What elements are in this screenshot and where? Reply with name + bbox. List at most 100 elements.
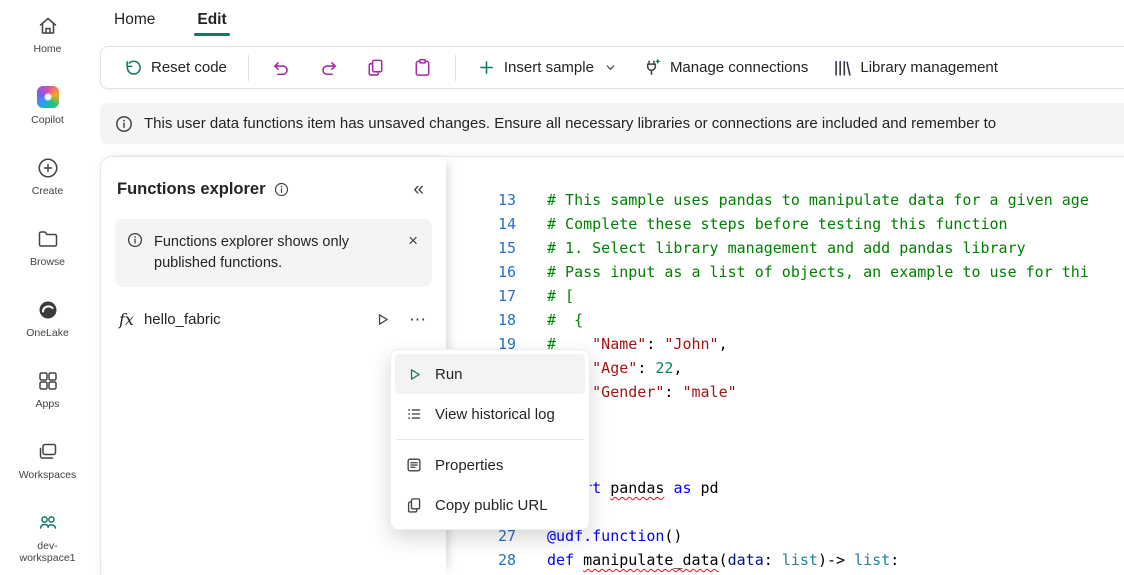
copilot-icon (35, 84, 61, 110)
tab-home[interactable]: Home (111, 0, 158, 40)
historical-log-icon (404, 405, 424, 423)
tab-home-label: Home (114, 11, 155, 29)
line-number: 14 (446, 212, 516, 236)
redo-icon (318, 57, 339, 78)
insert-sample-button[interactable]: Insert sample (465, 51, 629, 84)
home-icon (35, 13, 61, 39)
code-text: # { (547, 311, 583, 329)
tab-edit[interactable]: Edit (194, 0, 229, 40)
code-text: # Complete these steps before testing th… (547, 215, 1008, 233)
reset-icon (123, 58, 143, 78)
reset-code-button[interactable]: Reset code (111, 51, 239, 85)
collapse-panel-button[interactable]: « (407, 178, 430, 201)
properties-icon (404, 456, 424, 474)
library-icon (832, 58, 852, 78)
plus-icon (477, 58, 496, 77)
sidebar-item-workspaces[interactable]: Workspaces (0, 432, 95, 503)
published-functions-notice: Functions explorer shows only published … (115, 219, 432, 287)
panel-title: Functions explorer (117, 180, 266, 199)
sidebar-item-create[interactable]: Create (0, 148, 95, 219)
sidebar-item-browse[interactable]: Browse (0, 219, 95, 290)
paste-button[interactable] (399, 51, 446, 85)
info-icon (274, 182, 289, 197)
copy-link-icon (404, 496, 424, 514)
line-number: 18 (446, 308, 516, 332)
reset-code-label: Reset code (151, 59, 227, 76)
sidebar-item-label: OneLake (26, 327, 69, 339)
workspace-people-icon (35, 510, 61, 536)
line-number: 28 (446, 548, 516, 572)
code-text: # [ (547, 287, 574, 305)
more-options-button[interactable]: ⋯ (407, 309, 428, 330)
manage-connections-button[interactable]: Manage connections (629, 50, 820, 85)
apps-grid-icon (35, 368, 61, 394)
manage-connections-icon (641, 57, 662, 78)
menu-item-view-historical-log[interactable]: View historical log (395, 394, 585, 434)
sidebar-item-label: Workspaces (19, 469, 77, 481)
toolbar-divider (455, 55, 456, 81)
line-number: 16 (446, 260, 516, 284)
copy-button[interactable] (352, 51, 399, 85)
menu-divider (396, 439, 584, 440)
unsaved-changes-banner: This user data functions item has unsave… (100, 103, 1124, 144)
sidebar-item-copilot[interactable]: Copilot (0, 77, 95, 148)
undo-icon (271, 57, 292, 78)
sidebar-item-label: Browse (30, 256, 65, 268)
code-line[interactable]: 18 # { (446, 308, 1124, 332)
menu-item-run[interactable]: Run (395, 354, 585, 394)
line-number: 13 (446, 188, 516, 212)
manage-connections-label: Manage connections (670, 59, 808, 76)
fx-icon: fx (119, 310, 134, 329)
create-plus-icon (35, 155, 61, 181)
code-line[interactable]: 17# [ (446, 284, 1124, 308)
sidebar-item-onelake[interactable]: OneLake (0, 290, 95, 361)
page: Home Copilot Create Browse (0, 0, 1124, 575)
copy-icon (365, 57, 386, 78)
context-menu: Run View historical log Properties (390, 349, 590, 530)
workspaces-icon (35, 439, 61, 465)
sidebar-item-label: dev-workspace1 (11, 540, 85, 564)
code-line[interactable]: 13 # This sample uses pandas to manipulat… (446, 188, 1124, 212)
tab-edit-label: Edit (197, 11, 226, 29)
code-line[interactable]: 16 # Pass input as a list of objects, an … (446, 260, 1124, 284)
redo-button[interactable] (305, 51, 352, 85)
run-function-button[interactable] (372, 309, 393, 330)
code-line[interactable]: 15# 1. Select library management and add… (446, 236, 1124, 260)
insert-sample-label: Insert sample (504, 59, 594, 76)
undo-button[interactable] (258, 51, 305, 85)
info-icon (115, 115, 133, 133)
close-icon[interactable]: × (406, 232, 420, 249)
sidebar-item-dev-workspace1[interactable]: dev-workspace1 (0, 503, 95, 574)
code-line[interactable]: 14 # Complete these steps before testing … (446, 212, 1124, 236)
onelake-icon (35, 297, 61, 323)
code-line[interactable]: 28 def manipulate_data(data: list)-> list… (446, 548, 1124, 572)
menu-item-view-historical-log-label: View historical log (435, 406, 555, 423)
sidebar-item-label: Home (33, 43, 61, 55)
code-text: # This sample uses pandas to manipulate … (547, 191, 1089, 209)
line-number: 15 (446, 236, 516, 260)
library-management-button[interactable]: Library management (820, 51, 1010, 85)
sidebar-item-apps[interactable]: Apps (0, 361, 95, 432)
code-text: def manipulate_data(data: list)-> list: (547, 551, 899, 569)
info-icon (127, 232, 143, 274)
folder-icon (35, 226, 61, 252)
sidebar-item-label: Apps (36, 398, 60, 410)
banner-message: This user data functions item has unsave… (144, 115, 996, 132)
app-rail: Home Copilot Create Browse (0, 0, 95, 575)
menu-item-properties[interactable]: Properties (395, 445, 585, 485)
sidebar-item-label: Create (32, 185, 64, 197)
run-icon (404, 366, 424, 383)
menu-item-copy-public-url-label: Copy public URL (435, 497, 548, 514)
chevron-down-icon (604, 61, 617, 74)
function-list-item[interactable]: fx hello_fabric ⋯ (101, 293, 446, 340)
menu-item-properties-label: Properties (435, 457, 503, 474)
library-management-label: Library management (860, 59, 998, 76)
paste-icon (412, 57, 433, 78)
ribbon-tabs: Home Edit (95, 0, 1124, 40)
code-text: # Pass input as a list of objects, an ex… (547, 263, 1089, 281)
sidebar-item-home[interactable]: Home (0, 6, 95, 77)
ribbon-toolbar: Reset code (100, 46, 1124, 89)
sidebar-item-label: Copilot (31, 114, 64, 126)
menu-item-copy-public-url[interactable]: Copy public URL (395, 485, 585, 525)
function-name: hello_fabric (144, 311, 221, 328)
